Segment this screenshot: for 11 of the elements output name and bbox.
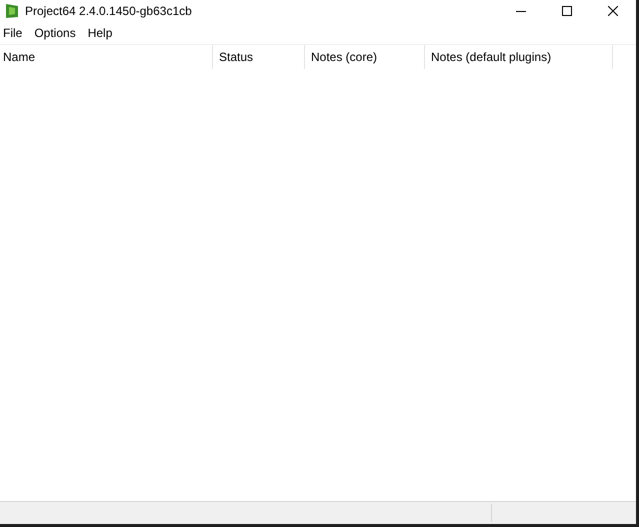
column-header[interactable]: Notes (core): [305, 45, 425, 69]
window-title: Project64 2.4.0.1450-gb63c1cb: [25, 4, 192, 18]
column-header[interactable]: Status: [213, 45, 305, 69]
column-header[interactable]: Name: [0, 45, 213, 69]
menu-item[interactable]: Help: [84, 26, 120, 40]
maximize-icon: [562, 6, 572, 16]
close-icon: [608, 6, 618, 16]
menu-item[interactable]: Options: [31, 26, 83, 40]
app-icon: [4, 3, 20, 19]
column-header[interactable]: Notes (default plugins): [425, 45, 613, 69]
menu-item[interactable]: File: [0, 26, 30, 40]
